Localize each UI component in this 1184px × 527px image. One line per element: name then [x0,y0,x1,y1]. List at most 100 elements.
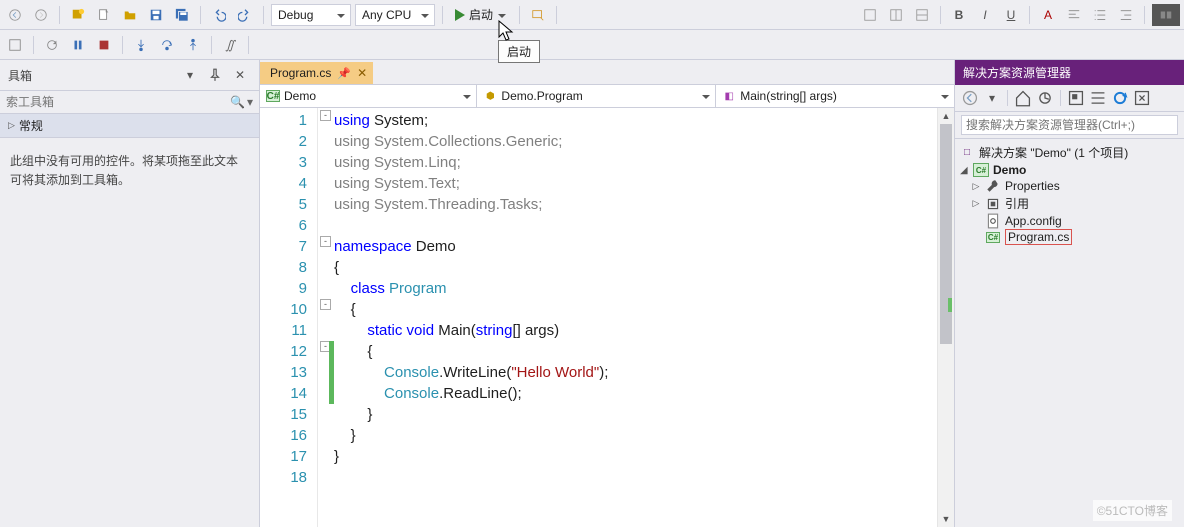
fold-toggle-icon[interactable]: - [320,236,331,247]
add-item-icon[interactable] [93,4,115,26]
indent-icon[interactable] [1115,4,1137,26]
solution-toolbar: ▾ [955,85,1184,111]
list-icon[interactable] [1089,4,1111,26]
redo-icon[interactable] [234,4,256,26]
toolbox-title: 具箱 [8,67,32,84]
open-file-icon[interactable] [119,4,141,26]
tree-item-label: Program.cs [1005,230,1072,244]
toolbox-panel: 具箱 ▾ ✕ 🔍▾ 常规 此组中没有可用的控件。将某项拖至此文本可将其添加到工具… [0,60,260,527]
scroll-down-icon[interactable]: ▼ [938,511,954,527]
scroll-up-icon[interactable]: ▲ [938,108,954,124]
fold-column: ---- [318,108,334,527]
stop-icon[interactable] [93,34,115,56]
tab-strip: Program.cs 📌 ✕ [260,60,954,84]
tree-item-label: 引用 [1005,195,1029,212]
tree-item[interactable]: App.config [957,213,1182,229]
toolbox-search-input[interactable] [6,95,230,109]
browser-link-icon[interactable] [527,4,549,26]
tab-label: Program.cs [270,66,331,80]
window-split-3-icon[interactable] [911,4,933,26]
chevron-right-icon[interactable]: ▷ [971,181,981,192]
code-text[interactable]: using System;using System.Collections.Ge… [334,108,937,527]
extensions-icon[interactable] [1152,4,1180,26]
se-home-icon[interactable] [1014,89,1032,107]
tree-solution-root[interactable]: □ 解决方案 "Demo" (1 个项目) [957,143,1182,162]
tree-item[interactable]: ▷ 引用 [957,194,1182,213]
configuration-dropdown[interactable]: Debug [271,4,351,26]
tree-item-icon [985,179,1001,193]
undo-icon[interactable] [208,4,230,26]
nav-project-dropdown[interactable]: C# Demo [260,85,477,107]
fold-toggle-icon[interactable]: - [320,110,331,121]
editor-tab[interactable]: Program.cs 📌 ✕ [260,62,373,84]
font-color-icon[interactable]: A [1037,4,1059,26]
tab-pin-icon[interactable]: 📌 [337,67,351,80]
nav-method-dropdown[interactable]: ◧ Main(string[] args) [716,85,954,107]
save-icon[interactable] [145,4,167,26]
window-split-2-icon[interactable] [885,4,907,26]
se-refresh-icon[interactable] [1111,89,1129,107]
change-marker [329,341,334,404]
align-icon[interactable] [1063,4,1085,26]
restart-icon[interactable] [41,34,63,56]
step-over-icon[interactable] [156,34,178,56]
tree-item[interactable]: ▷ Properties [957,178,1182,194]
solution-search-input[interactable] [961,115,1178,135]
underline-icon[interactable]: U [1000,4,1022,26]
solution-explorer: 解决方案资源管理器 ▾ □ 解决方案 "Demo" (1 个项目) ◢ C# [954,60,1184,527]
method-icon: ◧ [722,90,736,102]
se-collapse-icon[interactable] [1089,89,1107,107]
tree-item-icon [985,214,1001,228]
tree-item-label: App.config [1005,214,1062,228]
nav-back-icon[interactable] [4,4,26,26]
search-icon[interactable]: 🔍 [230,95,245,109]
tree-item-label: Properties [1005,179,1060,193]
close-icon[interactable]: ✕ [229,64,251,86]
new-project-icon[interactable] [67,4,89,26]
solution-icon: □ [959,146,975,160]
step-into-icon[interactable] [130,34,152,56]
dropdown-icon[interactable]: ▾ [179,64,201,86]
code-editor[interactable]: 123456789101112131415161718 ---- using S… [260,108,954,527]
solution-explorer-title: 解决方案资源管理器 [955,60,1184,85]
toolbox-search[interactable]: 🔍▾ [0,91,259,114]
solution-search[interactable] [955,111,1184,139]
play-icon [455,9,465,21]
se-properties-icon[interactable] [1133,89,1151,107]
platform-dropdown[interactable]: Any CPU [355,4,435,26]
toolbox-empty-message: 此组中没有可用的控件。将某项拖至此文本可将其添加到工具箱。 [0,138,259,204]
nav-class-dropdown[interactable]: ⬢ Demo.Program [477,85,716,107]
vertical-scrollbar[interactable]: ▲ ▼ [937,108,954,527]
line-gutter: 123456789101112131415161718 [260,108,318,527]
tree-item-icon: C# [985,230,1001,244]
se-showall-icon[interactable] [1067,89,1085,107]
italic-icon[interactable]: I [974,4,996,26]
fold-toggle-icon[interactable]: - [320,299,331,310]
chevron-right-icon[interactable]: ▷ [971,198,981,209]
se-sync-icon[interactable] [1036,89,1054,107]
se-back-icon[interactable] [961,89,979,107]
nav-fwd-icon[interactable] [30,4,52,26]
tab-close-icon[interactable]: ✕ [357,66,367,80]
editor-column: Program.cs 📌 ✕ C# Demo ⬢ Demo.Program ◧ … [260,60,954,527]
pause-icon[interactable] [67,34,89,56]
scroll-marker [948,298,952,312]
save-all-icon[interactable] [171,4,193,26]
start-debug-button[interactable]: 启动 [450,4,512,26]
tree-project[interactable]: ◢ C# Demo [957,162,1182,178]
tree-item-icon [985,197,1001,211]
se-dropdown-icon[interactable]: ▾ [983,89,1001,107]
tree-item[interactable]: C# Program.cs [957,229,1182,245]
hex-icon[interactable]: ∬ [219,34,241,56]
step-out-icon[interactable] [182,34,204,56]
nav-bar: C# Demo ⬢ Demo.Program ◧ Main(string[] a… [260,84,954,108]
pin-icon[interactable] [204,64,226,86]
main-toolbar-2: ∬ [0,30,1184,60]
toolbox-category[interactable]: 常规 [0,114,259,138]
main-toolbar-1: Debug Any CPU 启动 B I U A [0,0,1184,30]
window-split-1-icon[interactable] [859,4,881,26]
toolbox-title-bar: 具箱 ▾ ✕ [0,60,259,91]
bold-icon[interactable]: B [948,4,970,26]
process-icon[interactable] [4,34,26,56]
chevron-down-icon[interactable]: ◢ [959,165,969,176]
